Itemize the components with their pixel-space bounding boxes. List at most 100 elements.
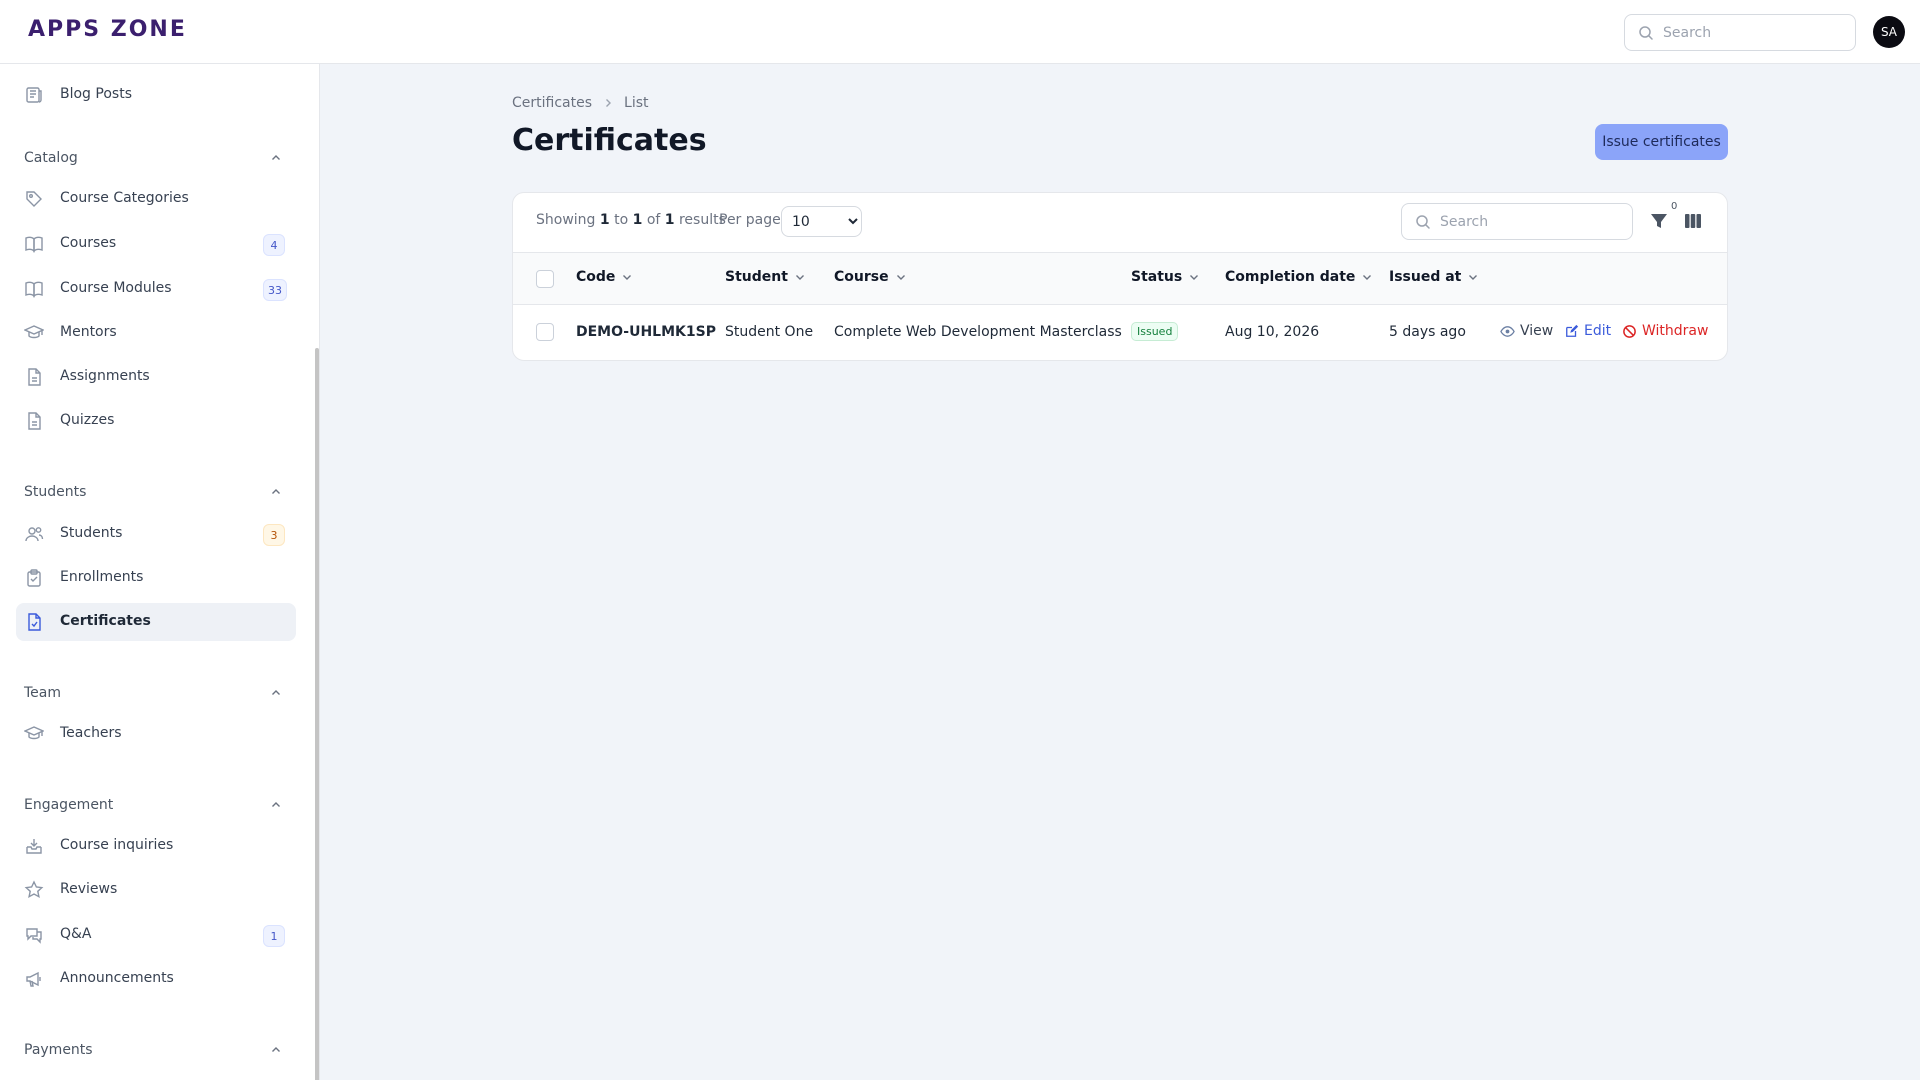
certificates-table-card: Showing 1 to 1 of 1 results Per page 10 …: [512, 192, 1728, 361]
sidebar-item-label: Course Categories: [60, 190, 189, 206]
column-header-completion-date[interactable]: Completion date: [1225, 269, 1373, 285]
edit-icon: [1566, 324, 1579, 337]
issue-certificates-button[interactable]: Issue certificates: [1595, 124, 1728, 160]
sidebar-item-label: Course Modules: [60, 280, 172, 296]
chevron-down-icon: [1190, 275, 1199, 280]
sidebar-item-courses[interactable]: Courses 4: [16, 225, 296, 263]
sidebar-item-enrollments[interactable]: Enrollments: [16, 559, 296, 597]
document-check-icon: [28, 613, 41, 631]
breadcrumb-item-list: List: [624, 95, 649, 111]
chevron-up-icon: [272, 1047, 280, 1052]
graduation-cap-icon: [24, 726, 44, 740]
column-header-course[interactable]: Course: [834, 269, 907, 285]
sidebar-group-payments[interactable]: Payments: [24, 1040, 288, 1062]
filter-icon[interactable]: [1647, 209, 1671, 233]
column-header-student[interactable]: Student: [725, 269, 806, 285]
blog-posts-icon: [26, 87, 42, 103]
sidebar-scrollbar[interactable]: [315, 348, 319, 1080]
sidebar-item-teachers[interactable]: Teachers: [16, 715, 296, 753]
filter-count-badge: 0: [1671, 201, 1678, 212]
sidebar-group-engagement[interactable]: Engagement: [24, 795, 288, 817]
cell-completion-date: Aug 10, 2026: [1225, 324, 1320, 340]
chevron-right-icon: [606, 99, 612, 107]
sidebar-item-mentors[interactable]: Mentors: [16, 314, 296, 352]
book-icon: [25, 281, 43, 298]
sidebar-item-course-categories[interactable]: Course Categories: [16, 180, 296, 218]
column-header-status[interactable]: Status: [1131, 269, 1200, 285]
chevron-down-icon: [896, 275, 905, 280]
sidebar-item-course-inquiries[interactable]: Course inquiries: [16, 827, 296, 865]
sidebar-group-catalog[interactable]: Catalog: [24, 148, 288, 170]
sidebar-item-label: Courses: [60, 235, 117, 251]
user-avatar[interactable]: SA: [1873, 16, 1905, 48]
users-icon: [25, 527, 44, 542]
cell-course: Complete Web Development Masterclass: [834, 324, 1122, 340]
sidebar-item-label: Students: [60, 525, 123, 541]
graduation-cap-icon: [24, 325, 44, 339]
global-search[interactable]: [1624, 14, 1856, 51]
sidebar-group-label: Catalog: [24, 150, 78, 166]
columns-icon[interactable]: [1683, 211, 1703, 231]
sidebar-item-announcements[interactable]: Announcements: [16, 960, 296, 998]
sidebar-item-label: Certificates: [60, 613, 151, 629]
chevron-up-icon: [272, 690, 280, 695]
count-badge: 4: [263, 234, 285, 256]
app-logo[interactable]: APPS ZONE: [28, 17, 187, 42]
document-icon: [28, 368, 41, 386]
page-title: Certificates: [512, 123, 707, 158]
book-icon: [25, 236, 43, 253]
table-header: Code Student Course Status Completion da…: [513, 252, 1727, 305]
sidebar-item-label: Enrollments: [60, 569, 144, 585]
global-search-input[interactable]: [1663, 15, 1848, 50]
search-icon: [1416, 215, 1430, 229]
sidebar-item-qa[interactable]: Q&A 1: [16, 916, 296, 954]
sidebar-item-assignments[interactable]: Assignments: [16, 358, 296, 396]
chevron-up-icon: [272, 155, 280, 160]
sidebar-item-label: Q&A: [60, 926, 92, 942]
megaphone-icon: [26, 971, 41, 987]
chevron-down-icon: [1469, 275, 1478, 280]
chevron-down-icon: [1363, 275, 1372, 280]
top-bar: APPS ZONE SA: [0, 0, 1920, 64]
sidebar-item-reviews[interactable]: Reviews: [16, 871, 296, 909]
sidebar-item-label: Assignments: [60, 368, 150, 384]
clipboard-icon: [27, 569, 41, 587]
withdraw-action[interactable]: Withdraw: [1622, 323, 1708, 339]
star-icon: [24, 880, 44, 899]
inbox-icon: [26, 839, 42, 854]
count-badge: 33: [263, 279, 287, 301]
breadcrumb-item-certificates[interactable]: Certificates: [512, 95, 592, 111]
sidebar-group-students[interactable]: Students: [24, 482, 288, 504]
sidebar-item-label: Quizzes: [60, 412, 115, 428]
cell-issued-at: 5 days ago: [1389, 324, 1466, 340]
sidebar-item-certificates[interactable]: Certificates: [16, 603, 296, 641]
sidebar-group-label: Students: [24, 484, 87, 500]
per-page-select[interactable]: 10: [781, 206, 862, 237]
row-checkbox[interactable]: [536, 323, 554, 341]
column-header-issued-at[interactable]: Issued at: [1389, 269, 1479, 285]
count-badge: 3: [263, 524, 285, 546]
sidebar-item-quizzes[interactable]: Quizzes: [16, 402, 296, 440]
sidebar-item-blog-posts[interactable]: Blog Posts: [16, 76, 296, 114]
cell-student: Student One: [725, 324, 814, 340]
sidebar-item-course-modules[interactable]: Course Modules 33: [16, 270, 296, 308]
table-search[interactable]: [1401, 203, 1633, 240]
sidebar-group-team[interactable]: Team: [24, 683, 288, 705]
sidebar-group-label: Payments: [24, 1042, 93, 1058]
per-page-label: Per page: [719, 212, 781, 228]
view-action[interactable]: View: [1500, 323, 1553, 339]
column-header-code[interactable]: Code: [576, 269, 633, 285]
status-badge: Issued: [1131, 322, 1179, 341]
eye-icon: [1500, 325, 1515, 337]
sidebar-group-label: Team: [24, 685, 62, 701]
edit-action[interactable]: Edit: [1565, 323, 1611, 339]
table-search-input[interactable]: [1440, 204, 1625, 239]
count-badge: 1: [263, 925, 285, 947]
chat-icon: [26, 928, 42, 944]
cell-code: DEMO-UHLMK1SP: [576, 324, 716, 340]
sidebar-item-label: Reviews: [60, 881, 118, 897]
sidebar-item-label: Course inquiries: [60, 837, 174, 853]
sidebar-item-students[interactable]: Students 3: [16, 515, 296, 553]
select-all-checkbox[interactable]: [536, 270, 554, 288]
sidebar-item-label: Announcements: [60, 970, 174, 986]
